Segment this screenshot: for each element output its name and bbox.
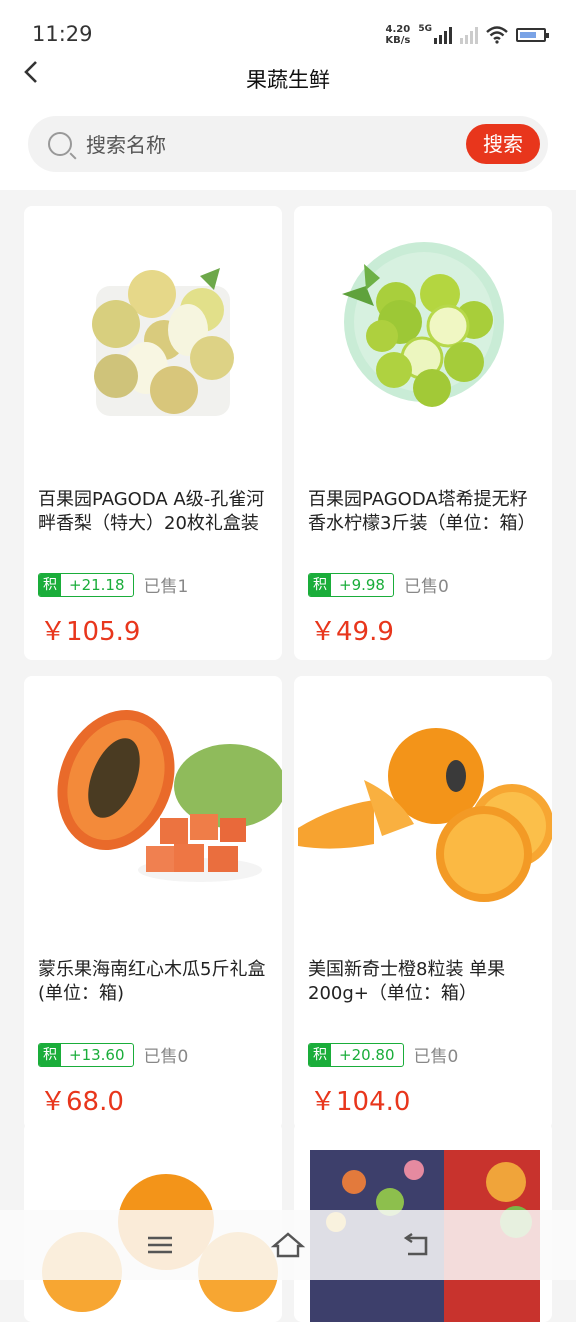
status-icons: 4.20 KB/s 5G: [385, 24, 549, 46]
page-title: 果蔬生鲜: [246, 68, 330, 92]
product-meta: 积 +13.60 已售0: [38, 1042, 188, 1067]
sold-count: 已售0: [413, 1047, 459, 1067]
product-card[interactable]: 百果园PAGODA塔希提无籽香水柠檬3斤装（单位：箱） 积 +9.98 已售0 ￥…: [294, 206, 552, 660]
wifi-icon: [486, 26, 508, 44]
search-bar: 搜索: [28, 116, 548, 172]
search-button[interactable]: 搜索: [466, 124, 540, 164]
product-image-papaya: [57, 710, 282, 882]
product-image-limes: [342, 242, 504, 407]
header: 果蔬生鲜: [0, 56, 576, 100]
search-input[interactable]: [84, 129, 448, 161]
signal-2-icon: [460, 26, 478, 44]
status-time: 11:29: [32, 22, 93, 46]
product-image-pears: [92, 268, 234, 416]
battery-icon: [516, 28, 549, 42]
sold-count: 已售0: [403, 577, 449, 597]
product-name: 美国新奇士橙8粒装 单果200g+（单位：箱）: [308, 959, 506, 1004]
points-badge: 积 +9.98: [308, 572, 394, 597]
points-badge: 积 +20.80: [308, 1042, 404, 1067]
product-price: ￥68.0: [40, 1087, 124, 1117]
status-bar: 11:29 4.20 KB/s 5G: [0, 0, 576, 56]
home-icon[interactable]: [268, 1228, 308, 1262]
system-nav-bar: [0, 1210, 576, 1280]
search-bar-container: 搜索: [0, 100, 576, 190]
product-card[interactable]: 百果园PAGODA A级-孔雀河畔香梨（特大）20枚礼盒装 积 +21.18 已售…: [24, 206, 282, 660]
product-meta: 积 +21.18 已售1: [38, 572, 188, 597]
product-price: ￥104.0: [310, 1087, 411, 1117]
product-meta: 积 +9.98 已售0: [308, 572, 449, 597]
product-price: ￥49.9: [310, 617, 394, 647]
search-icon: [48, 132, 72, 156]
product-name: 百果园PAGODA塔希提无籽香水柠檬3斤装（单位：箱）: [308, 489, 536, 534]
menu-icon[interactable]: [140, 1228, 180, 1262]
signal-icon: [434, 26, 452, 44]
network-type: 5G: [418, 24, 432, 34]
network-speed: 4.20 KB/s: [385, 24, 411, 46]
product-price: ￥105.9: [40, 617, 141, 647]
sold-count: 已售1: [143, 577, 189, 597]
points-badge: 积 +21.18: [38, 572, 134, 597]
product-card[interactable]: 美国新奇士橙8粒装 单果200g+（单位：箱） 积 +20.80 已售0 ￥104…: [294, 676, 552, 1130]
points-badge: 积 +13.60: [38, 1042, 134, 1067]
product-card[interactable]: 蒙乐果海南红心木瓜5斤礼盒 (单位：箱) 积 +13.60 已售0 ￥68.0: [24, 676, 282, 1130]
return-icon[interactable]: [396, 1228, 436, 1262]
product-name: 蒙乐果海南红心木瓜5斤礼盒 (单位：箱): [38, 959, 266, 1004]
product-meta: 积 +20.80 已售0: [308, 1042, 458, 1067]
sold-count: 已售0: [143, 1047, 189, 1067]
product-image-oranges: [298, 728, 552, 902]
product-name: 百果园PAGODA A级-孔雀河畔香梨（特大）20枚礼盒装: [38, 489, 265, 534]
